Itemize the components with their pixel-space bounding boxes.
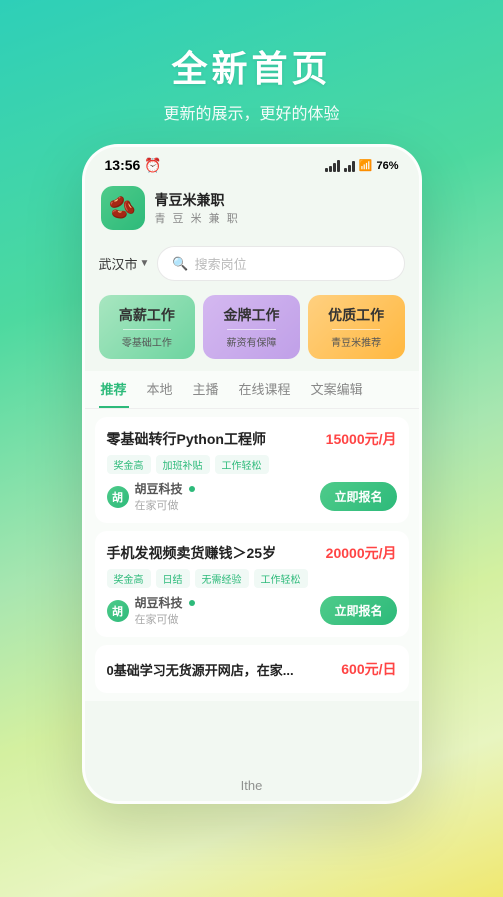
apply-btn-1[interactable]: 立即报名 (320, 482, 396, 511)
app-name-block: 青豆米兼职 青 豆 米 兼 职 (155, 190, 240, 226)
city-name: 武汉市 (99, 254, 138, 273)
company-detail-2: 胡豆科技 在家可做 (135, 594, 195, 627)
company-name-row-1: 胡豆科技 (135, 480, 195, 497)
company-name-2: 胡豆科技 (135, 594, 183, 611)
online-dot-1 (189, 486, 195, 492)
wifi-symbol: 📶 (359, 159, 373, 172)
app-name-sub: 青 豆 米 兼 职 (155, 210, 240, 226)
wifi-icon (344, 160, 355, 172)
category-row: 高薪工作 零基础工作 金牌工作 薪资有保障 优质工作 青豆米推荐 (85, 291, 419, 371)
cat-divider-2 (227, 329, 275, 330)
job-tag-2-1: 奖金高 (107, 569, 151, 588)
status-icons: 📶 76% (325, 159, 399, 172)
job-salary-1: 15000元/月 (326, 429, 397, 449)
category-card-gaoxin[interactable]: 高薪工作 零基础工作 (99, 295, 196, 359)
company-avatar-2: 胡 (107, 600, 129, 622)
job-title-1: 零基础转行Python工程师 (107, 429, 318, 449)
job-tag-1-3: 工作轻松 (215, 455, 269, 474)
tab-zhubo[interactable]: 主播 (191, 371, 221, 408)
company-name-1: 胡豆科技 (135, 480, 183, 497)
company-location-1: 在家可做 (135, 497, 195, 513)
tabs-row: 推荐 本地 主播 在线课程 文案编辑 (85, 371, 419, 409)
tab-zaixiankecheng[interactable]: 在线课程 (237, 371, 293, 408)
job-tags-1: 奖金高 加班补贴 工作轻松 (107, 455, 397, 474)
job-title-3: 0基础学习无货源开网店，在家... (107, 660, 334, 679)
search-box[interactable]: 🔍 搜索岗位 (157, 246, 404, 281)
job-title-2: 手机发视频卖货赚钱＞25岁 (107, 543, 318, 563)
job-tag-1-2: 加班补贴 (156, 455, 210, 474)
search-icon: 🔍 (172, 256, 188, 272)
company-info-1: 胡 胡豆科技 在家可做 (107, 480, 195, 513)
job-salary-2: 20000元/月 (326, 543, 397, 563)
status-bar: 13:56 ⏰ 📶 76% (85, 147, 419, 180)
header-subtitle: 更新的展示，更好的体验 (163, 100, 339, 124)
status-time: 13:56 ⏰ (105, 157, 162, 174)
app-name-main: 青豆米兼职 (155, 190, 240, 210)
city-selector[interactable]: 武汉市 ▼ (99, 254, 150, 273)
tab-bendi[interactable]: 本地 (145, 371, 175, 408)
job-tag-2-2: 日结 (156, 569, 190, 588)
cat-divider-3 (332, 329, 380, 330)
tab-wenbianjibing[interactable]: 文案编辑 (309, 371, 365, 408)
company-name-row-2: 胡豆科技 (135, 594, 195, 611)
signal-icon (325, 160, 340, 172)
cat-subtitle-1: 零基础工作 (107, 334, 188, 349)
search-placeholder: 搜索岗位 (195, 254, 247, 273)
company-avatar-1: 胡 (107, 486, 129, 508)
job-top-2: 手机发视频卖货赚钱＞25岁 20000元/月 (107, 543, 397, 563)
company-detail-1: 胡豆科技 在家可做 (135, 480, 195, 513)
job-tag-2-3: 无需经验 (195, 569, 249, 588)
cat-title-3: 优质工作 (316, 305, 397, 325)
tab-tuijian[interactable]: 推荐 (99, 371, 129, 408)
company-location-2: 在家可做 (135, 611, 195, 627)
job-salary-3: 600元/日 (341, 659, 396, 679)
company-info-2: 胡 胡豆科技 在家可做 (107, 594, 195, 627)
category-card-jinpai[interactable]: 金牌工作 薪资有保障 (203, 295, 300, 359)
job-bottom-2: 胡 胡豆科技 在家可做 立即报名 (107, 594, 397, 627)
job-card-1: 零基础转行Python工程师 15000元/月 奖金高 加班补贴 工作轻松 胡 … (95, 417, 409, 523)
job-tag-1-1: 奖金高 (107, 455, 151, 474)
category-card-youzhi[interactable]: 优质工作 青豆米推荐 (308, 295, 405, 359)
cat-title-1: 高薪工作 (107, 305, 188, 325)
job-list: 零基础转行Python工程师 15000元/月 奖金高 加班补贴 工作轻松 胡 … (85, 409, 419, 701)
header-section: 全新首页 更新的展示，更好的体验 (143, 0, 359, 144)
app-icon: 🫘 (101, 186, 145, 230)
job-bottom-1: 胡 胡豆科技 在家可做 立即报名 (107, 480, 397, 513)
phone-mockup: 13:56 ⏰ 📶 76% 🫘 青豆米兼职 青 豆 米 兼 (82, 144, 422, 804)
job-tag-2-4: 工作轻松 (254, 569, 308, 588)
cat-divider-1 (123, 329, 171, 330)
battery-level: 76% (376, 160, 398, 172)
job-top-1: 零基础转行Python工程师 15000元/月 (107, 429, 397, 449)
cat-title-2: 金牌工作 (211, 305, 292, 325)
ithe-watermark: Ithe (241, 778, 263, 793)
cat-subtitle-3: 青豆米推荐 (316, 334, 397, 349)
job-card-2: 手机发视频卖货赚钱＞25岁 20000元/月 奖金高 日结 无需经验 工作轻松 … (95, 531, 409, 637)
apply-btn-2[interactable]: 立即报名 (320, 596, 396, 625)
city-arrow-icon: ▼ (140, 258, 150, 269)
job-card-3: 0基础学习无货源开网店，在家... 600元/日 (95, 645, 409, 693)
cat-subtitle-2: 薪资有保障 (211, 334, 292, 349)
app-header: 🫘 青豆米兼职 青 豆 米 兼 职 (85, 180, 419, 240)
header-title: 全新首页 (163, 40, 339, 92)
job-tags-2: 奖金高 日结 无需经验 工作轻松 (107, 569, 397, 588)
search-row: 武汉市 ▼ 🔍 搜索岗位 (85, 240, 419, 291)
online-dot-2 (189, 600, 195, 606)
alarm-icon: ⏰ (144, 157, 161, 173)
